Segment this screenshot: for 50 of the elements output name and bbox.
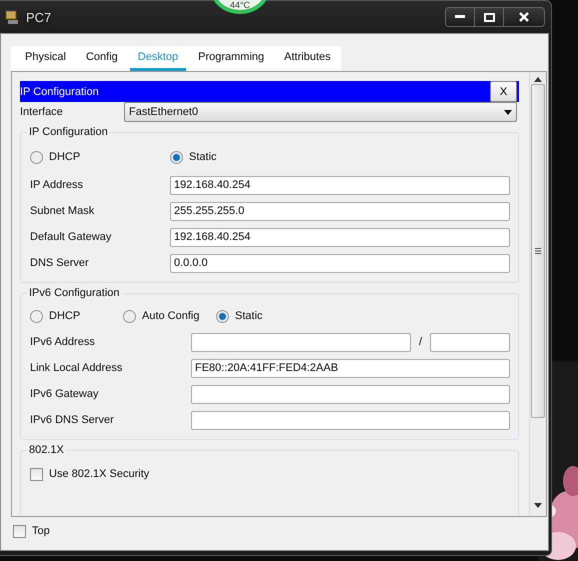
grip-icon — [535, 248, 541, 254]
close-button[interactable] — [503, 8, 544, 26]
separator: / — [418, 336, 422, 348]
scrollbar[interactable] — [529, 72, 546, 516]
field-label: Subnet Mask — [30, 205, 96, 217]
close-panel-button[interactable]: X — [490, 81, 517, 102]
panel-title: IP Configuration — [20, 86, 99, 98]
input-field[interactable] — [191, 410, 510, 430]
prefix-field[interactable] — [430, 332, 510, 352]
field-label: IP Address — [30, 179, 84, 191]
field-label: IPv6 Gateway — [30, 388, 100, 400]
input-field[interactable]: 255.255.255.0 — [170, 202, 510, 220]
input-field[interactable] — [191, 332, 411, 352]
input-field[interactable]: 192.168.40.254 — [170, 228, 510, 246]
window-title: PC7 — [26, 10, 52, 24]
tab[interactable]: Programming — [190, 46, 272, 71]
computer-icon — [4, 9, 20, 25]
interface-dropdown[interactable]: FastEthernet0 — [124, 102, 517, 122]
input-field[interactable] — [191, 384, 510, 404]
security-checkbox[interactable]: Use 802.1X Security — [30, 460, 510, 488]
close-icon — [519, 12, 529, 22]
input-field[interactable]: FE80::20A:41FF:FED4:2AAB — [191, 358, 510, 378]
group-title: 802.1X — [28, 444, 65, 456]
maximize-button[interactable] — [474, 8, 503, 26]
tab[interactable]: Attributes — [276, 46, 339, 71]
minimize-button[interactable] — [446, 8, 474, 26]
input-field[interactable]: 192.168.40.254 — [170, 176, 510, 194]
group-title: IP Configuration — [28, 126, 109, 138]
radio-option[interactable]: Auto Config — [123, 310, 216, 322]
field-label: IPv6 Address — [30, 336, 96, 348]
down-arrow-icon — [534, 503, 542, 508]
radio-option[interactable]: Static — [170, 150, 310, 164]
radio-option[interactable]: Static — [216, 310, 296, 322]
group-title: IPv6 Configuration — [28, 287, 120, 299]
field-label: Default Gateway — [30, 231, 112, 243]
caret-icon — [504, 110, 512, 114]
input-field[interactable]: 0.0.0.0 — [170, 254, 510, 272]
radio-option[interactable]: DHCP — [30, 310, 123, 322]
field-label: DNS Server — [30, 257, 90, 269]
tab[interactable]: Config — [78, 46, 126, 71]
up-arrow-icon — [534, 77, 542, 82]
top-checkbox[interactable]: Top — [11, 517, 548, 545]
tab[interactable]: Physical — [17, 46, 74, 71]
minimize-icon — [455, 15, 465, 19]
scroll-thumb[interactable] — [531, 84, 545, 418]
radio-option[interactable]: DHCP — [30, 150, 170, 164]
field-label: Interface — [20, 106, 64, 118]
field-label: IPv6 DNS Server — [30, 414, 115, 426]
maximize-icon — [484, 12, 494, 22]
field-label: Link Local Address — [30, 362, 124, 374]
